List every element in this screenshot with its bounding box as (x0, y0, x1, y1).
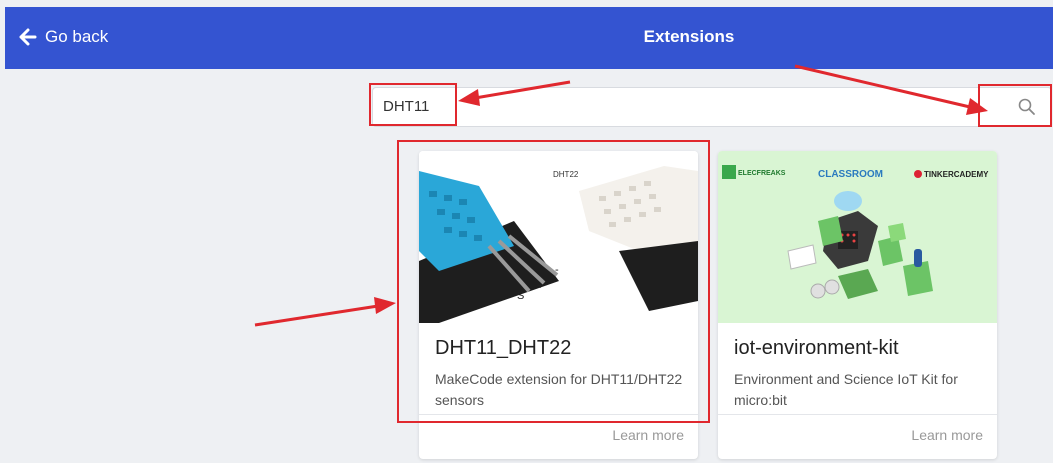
tinkercademy-logo: TINKERCADEMY (924, 170, 989, 179)
card-title: iot-environment-kit (734, 337, 899, 359)
pin-label-plus: + (537, 280, 543, 292)
search-icon[interactable] (1017, 97, 1037, 117)
extension-card-dht11-dht22[interactable]: S + - DHT22 DHT11_DHT22 MakeCode extensi… (419, 151, 698, 459)
search-box (372, 87, 1052, 127)
elecfreaks-logo: ELECFREAKS (738, 170, 786, 177)
card-description: Environment and Science IoT Kit for micr… (734, 371, 958, 408)
arrow-to-dht-card (254, 297, 396, 327)
learn-more-link[interactable]: Learn more (911, 427, 983, 443)
iot-kit-image: ELECFREAKS CLASSROOM TINKERCADEMY (718, 151, 997, 323)
card-description: MakeCode extension for DHT11/DHT22 senso… (435, 371, 683, 408)
search-input[interactable] (381, 97, 945, 116)
card-footer: Learn more (718, 414, 997, 459)
dht-sensor-image: S + - DHT22 (419, 151, 698, 323)
pin-label-minus: - (555, 264, 559, 276)
pin-label-s: S (517, 290, 524, 302)
classroom-logo: CLASSROOM (818, 169, 883, 180)
page-title: Extensions (643, 27, 735, 46)
card-title: DHT11_DHT22 (435, 337, 572, 359)
dht22-image-label: DHT22 (553, 170, 579, 179)
card-footer: Learn more (419, 414, 698, 459)
learn-more-link[interactable]: Learn more (612, 427, 684, 443)
extension-card-iot-environment-kit[interactable]: ELECFREAKS CLASSROOM TINKERCADEMY iot-en… (718, 151, 997, 459)
top-bar: Go back Extensions (5, 7, 1053, 69)
